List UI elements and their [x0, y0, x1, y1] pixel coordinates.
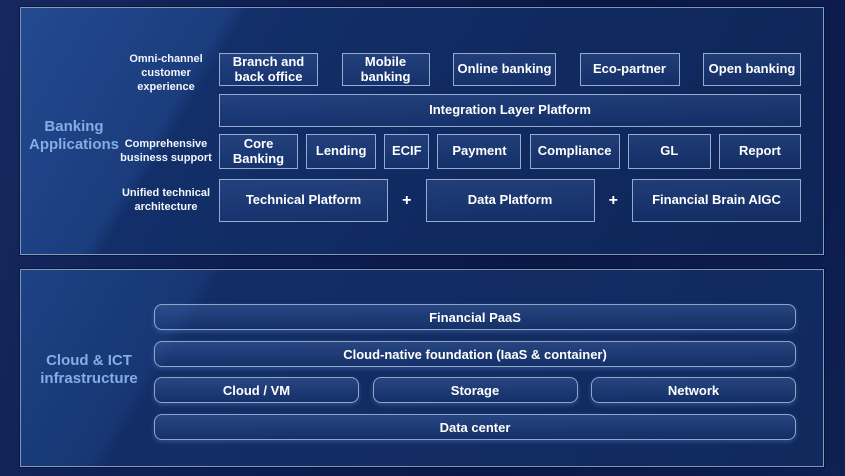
box-financial-paas: Financial PaaS	[154, 304, 796, 330]
box-network: Network	[591, 377, 796, 403]
platform-boxes-row: Technical Platform + Data Platform + Fin…	[219, 179, 801, 222]
box-financial-brain-aigc: Financial Brain AIGC	[632, 179, 801, 222]
row-label-business-support: Comprehensive business support	[117, 137, 215, 165]
channel-boxes-row: Branch and back office Mobile banking On…	[219, 53, 801, 86]
resources-row: Cloud / VM Storage Network	[154, 377, 796, 403]
row-label-unified-architecture: Unified technical architecture	[117, 186, 215, 214]
cloud-ict-panel: Cloud & ICT infrastructure Financial Paa…	[20, 269, 824, 467]
architecture-diagram: Banking Applications Omni-channel custom…	[0, 0, 845, 476]
banking-applications-title: Banking Applications	[21, 118, 127, 154]
box-cloud-native-foundation: Cloud-native foundation (IaaS & containe…	[154, 341, 796, 367]
box-online-banking: Online banking	[453, 53, 556, 86]
box-integration-layer-platform: Integration Layer Platform	[219, 94, 801, 127]
box-lending: Lending	[306, 134, 376, 169]
box-core-banking: Core Banking	[219, 134, 298, 169]
box-storage: Storage	[373, 377, 578, 403]
box-eco-partner: Eco-partner	[580, 53, 680, 86]
plus-sign: +	[598, 179, 628, 222]
box-payment: Payment	[437, 134, 521, 169]
row-label-omni-channel: Omni-channel customer experience	[117, 52, 215, 94]
box-open-banking: Open banking	[703, 53, 801, 86]
box-data-platform: Data Platform	[426, 179, 595, 222]
integration-layer-row: Integration Layer Platform	[219, 94, 801, 127]
box-technical-platform: Technical Platform	[219, 179, 388, 222]
box-cloud-vm: Cloud / VM	[154, 377, 359, 403]
box-compliance: Compliance	[530, 134, 620, 169]
box-gl: GL	[628, 134, 711, 169]
banking-applications-panel: Banking Applications Omni-channel custom…	[20, 7, 824, 255]
box-report: Report	[719, 134, 801, 169]
business-boxes-row: Core Banking Lending ECIF Payment Compli…	[219, 134, 801, 169]
box-ecif: ECIF	[384, 134, 429, 169]
plus-sign: +	[392, 179, 422, 222]
box-mobile-banking: Mobile banking	[342, 53, 430, 86]
box-branch-and-back-office: Branch and back office	[219, 53, 318, 86]
cloud-ict-title: Cloud & ICT infrastructure	[34, 352, 144, 388]
box-data-center: Data center	[154, 414, 796, 440]
